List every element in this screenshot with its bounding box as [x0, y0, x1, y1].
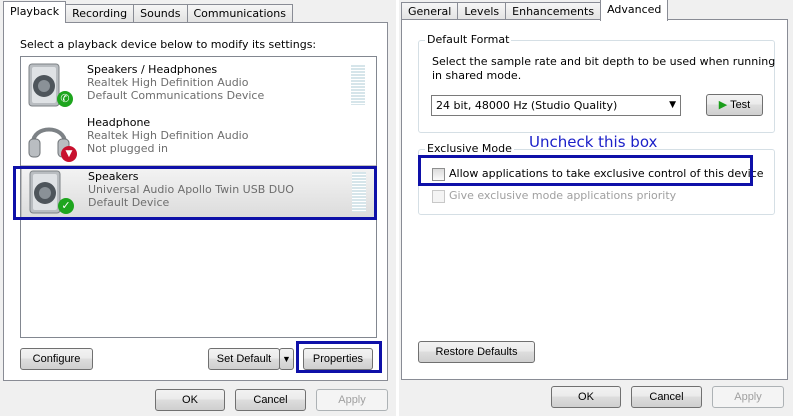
- restore-defaults-button[interactable]: Restore Defaults: [418, 341, 535, 363]
- default-format-legend: Default Format: [425, 33, 512, 46]
- instructions-text: Select a playback device below to modify…: [20, 38, 317, 51]
- tab-recording[interactable]: Recording: [65, 4, 135, 23]
- device-driver: Realtek High Definition Audio: [87, 129, 249, 142]
- cancel-button[interactable]: Cancel: [631, 386, 702, 408]
- priority-checkbox[interactable]: [432, 190, 445, 203]
- format-select[interactable]: 24 bit, 48000 Hz (Studio Quality) ▼: [431, 95, 681, 116]
- device-status: Not plugged in: [87, 142, 169, 155]
- tab-playback[interactable]: Playback: [3, 1, 67, 23]
- device-name: Speakers / Headphones: [87, 63, 218, 76]
- tab-strip: Playback Recording Sounds Communications: [3, 1, 293, 23]
- default-format-description: Select the sample rate and bit depth to …: [432, 55, 775, 83]
- properties-button-highlight: [296, 341, 382, 373]
- tab-advanced[interactable]: Advanced: [600, 0, 669, 21]
- exclusive-checkbox-highlight: [418, 155, 753, 186]
- ok-button[interactable]: OK: [155, 389, 225, 411]
- test-button-label: Test: [730, 99, 751, 111]
- device-text: Headphone Realtek High Definition Audio …: [87, 116, 248, 155]
- volume-meter: [351, 65, 365, 105]
- exclusive-mode-legend: Exclusive Mode: [425, 142, 514, 155]
- device-status: Default Communications Device: [87, 89, 265, 102]
- apply-button[interactable]: Apply: [712, 386, 784, 408]
- description-line: Select the sample rate and bit depth to …: [432, 55, 776, 68]
- default-format-group: Default Format Select the sample rate an…: [418, 33, 775, 133]
- tab-communications[interactable]: Communications: [186, 4, 293, 23]
- device-driver: Realtek High Definition Audio: [87, 76, 249, 89]
- ok-button[interactable]: OK: [551, 386, 621, 408]
- tab-sounds[interactable]: Sounds: [133, 4, 188, 23]
- device-name: Headphone: [87, 116, 151, 129]
- cancel-button[interactable]: Cancel: [235, 389, 306, 411]
- sound-dialog: Playback Recording Sounds Communications…: [0, 0, 396, 416]
- chevron-down-icon: ▼: [669, 100, 676, 110]
- apply-button[interactable]: Apply: [316, 389, 388, 411]
- priority-label[interactable]: Give exclusive mode applications priorit…: [449, 189, 676, 202]
- tab-strip: General Levels Enhancements Advanced: [401, 0, 669, 21]
- set-default-dropdown-arrow[interactable]: ▼: [279, 348, 294, 370]
- test-button[interactable]: ▶ Test: [706, 94, 763, 116]
- format-select-value: 24 bit, 48000 Hz (Studio Quality): [436, 99, 618, 112]
- set-default-button[interactable]: Set Default: [208, 348, 280, 370]
- selected-device-highlight: [13, 166, 377, 220]
- play-icon: ▶: [718, 99, 728, 111]
- phone-badge-icon: ✆: [57, 91, 73, 107]
- device-text: Speakers / Headphones Realtek High Defin…: [87, 63, 264, 102]
- device-headphone[interactable]: ▼ Headphone Realtek High Definition Audi…: [21, 112, 376, 165]
- configure-button[interactable]: Configure: [20, 348, 93, 370]
- advanced-panel: Default Format Select the sample rate an…: [401, 19, 788, 380]
- description-line: in shared mode.: [432, 69, 522, 82]
- speaker-properties-dialog: General Levels Enhancements Advanced Def…: [399, 0, 793, 416]
- device-speakers-headphones[interactable]: ✆ Speakers / Headphones Realtek High Def…: [21, 59, 376, 112]
- unplugged-badge-icon: ▼: [61, 146, 77, 162]
